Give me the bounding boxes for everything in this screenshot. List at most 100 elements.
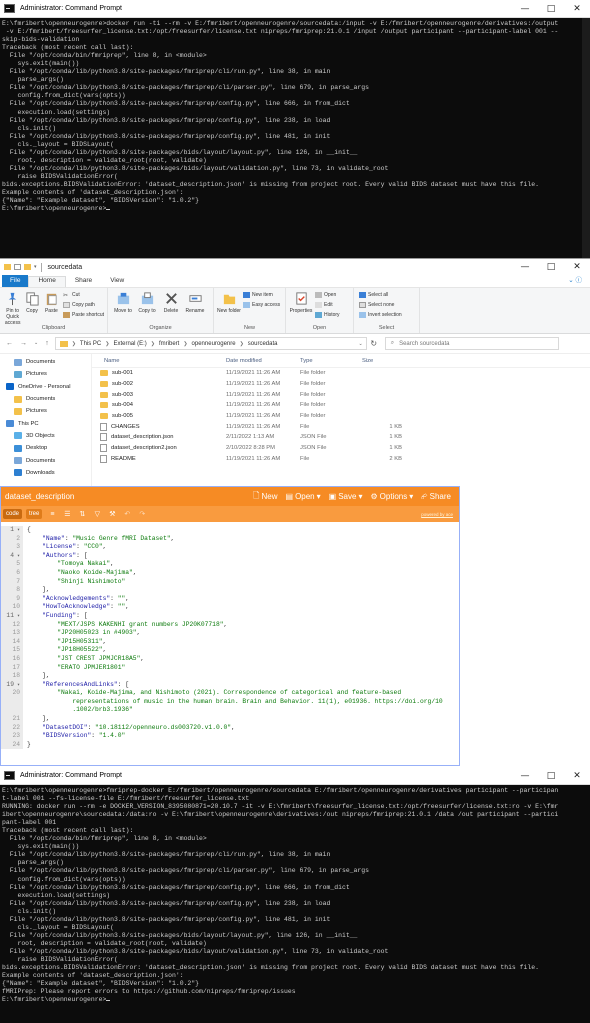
console-output[interactable]: E:\fmribert\openneurogenre>docker run -t… [0, 18, 590, 213]
fold-arrow-icon[interactable]: ▾ [14, 682, 20, 688]
search-input[interactable]: ⌕ Search sourcedata [384, 337, 559, 350]
command-prompt-window-2[interactable]: Administrator: Command Prompt — □ ✕ E:\f… [0, 767, 590, 1023]
file-row[interactable]: dataset_description2.json 2/10/2022 8:28 … [92, 443, 590, 454]
file-row[interactable]: sub-002 11/19/2021 11:26 AM File folder [92, 379, 590, 390]
paste-button[interactable]: Paste [42, 291, 61, 314]
easy-access-button[interactable]: Easy access [243, 301, 280, 309]
nav-item[interactable]: Documents [0, 393, 91, 405]
quick-access-dropdown-icon[interactable]: ▾ [34, 264, 37, 270]
back-arrow-icon[interactable]: ← [6, 340, 13, 347]
nav-item[interactable]: Pictures [0, 368, 91, 380]
move-to-button[interactable]: Move to [111, 291, 135, 314]
open-button[interactable]: ▤ Open ▾ [286, 492, 321, 501]
minimize-button[interactable]: — [512, 259, 538, 275]
file-row[interactable]: dataset_description.json 2/11/2022 1:13 A… [92, 432, 590, 443]
cut-button[interactable]: ✂ Cut [63, 291, 104, 299]
nav-item[interactable]: Documents [0, 454, 91, 466]
mode-code-button[interactable]: code [3, 509, 23, 519]
json-editor-window[interactable]: dataset_description 🗋 New ▤ Open ▾ ▣ Save ▾ ⚙… [0, 486, 460, 766]
scrollbar[interactable] [582, 18, 590, 258]
refresh-icon[interactable]: ↻ [367, 339, 381, 348]
format-icon[interactable]: ≡ [47, 510, 57, 519]
select-all-button[interactable]: Select all [359, 291, 402, 299]
new-item-button[interactable]: New item [243, 291, 280, 299]
code-editor[interactable]: 1 ▾ 2 3 4 ▾ 5 6 7 8 9 10 11 ▾ 12 13 14 15 16 17 18 19 ▾ 20 2… [1, 522, 459, 750]
edit-button[interactable]: Edit [315, 301, 340, 309]
column-size[interactable]: Size [362, 358, 402, 364]
transform-icon[interactable]: ▽ [92, 510, 102, 519]
console-output[interactable]: E:\fmribert\openneurogenre>fmriprep-dock… [0, 785, 590, 1004]
maximize-button[interactable]: □ [538, 0, 564, 17]
repair-icon[interactable]: ⚒ [107, 510, 117, 519]
file-row[interactable]: README 11/19/2021 11:26 AM File 2 KB [92, 454, 590, 465]
title-bar[interactable]: Administrator: Command Prompt — □ ✕ [0, 767, 590, 785]
nav-item[interactable]: Documents [0, 356, 91, 368]
maximize-button[interactable]: □ [538, 259, 564, 275]
properties-quick-icon[interactable] [14, 264, 21, 270]
tab-home[interactable]: Home [28, 276, 66, 287]
save-button[interactable]: ▣ Save ▾ [329, 492, 363, 501]
recent-dropdown-icon[interactable]: ⌄ [34, 340, 38, 347]
breadcrumb-drive[interactable]: External (E:) [113, 341, 146, 347]
up-arrow-icon[interactable]: ↑ [45, 340, 49, 347]
copy-path-button[interactable]: Copy path [63, 301, 104, 309]
open-button[interactable]: Open [315, 291, 340, 299]
title-bar[interactable]: Administrator: Command Prompt — □ ✕ [0, 0, 590, 18]
compact-icon[interactable]: ☰ [62, 510, 72, 519]
nav-item[interactable]: This PC [0, 417, 91, 429]
nav-item[interactable]: OneDrive - Personal [0, 381, 91, 393]
forward-arrow-icon[interactable]: → [20, 340, 27, 347]
file-row[interactable]: CHANGES 11/19/2021 11:26 AM File 1 KB [92, 421, 590, 432]
paste-shortcut-button[interactable]: Paste shortcut [63, 311, 104, 319]
fold-arrow-icon[interactable]: ▾ [14, 613, 20, 619]
breadcrumb-openneurogenre[interactable]: openneurogenre [192, 341, 236, 347]
sort-icon[interactable]: ⇅ [77, 510, 87, 519]
nav-item[interactable]: Pictures [0, 405, 91, 417]
invert-selection-button[interactable]: Invert selection [359, 311, 402, 319]
new-button[interactable]: 🗋 New [253, 490, 277, 504]
file-row[interactable]: sub-001 11/19/2021 11:26 AM File folder [92, 368, 590, 379]
help-icon[interactable]: ⌄ ⓘ [559, 274, 590, 287]
rename-button[interactable]: Rename [183, 291, 207, 314]
minimize-button[interactable]: — [512, 0, 538, 17]
tab-view[interactable]: View [101, 277, 133, 287]
address-bar[interactable]: ❯ This PC ❯ External (E:) ❯ fmribert ❯ o… [54, 337, 367, 350]
nav-item[interactable]: Desktop [0, 442, 91, 454]
mode-tree-button[interactable]: tree [26, 509, 43, 519]
close-button[interactable]: ✕ [564, 767, 590, 784]
fold-arrow-icon[interactable]: ▾ [14, 527, 20, 533]
undo-icon[interactable]: ↶ [122, 510, 132, 519]
column-name[interactable]: Name [92, 358, 226, 364]
delete-button[interactable]: Delete [159, 291, 183, 314]
file-row[interactable]: sub-004 11/19/2021 11:26 AM File folder [92, 400, 590, 411]
nav-item[interactable]: Downloads [0, 467, 91, 479]
navigation-pane[interactable]: Documents Pictures OneDrive - Personal Docu… [0, 354, 92, 486]
breadcrumb-this-pc[interactable]: This PC [80, 341, 101, 347]
new-folder-quick-icon[interactable] [24, 264, 31, 270]
breadcrumb-sourcedata[interactable]: sourcedata [248, 341, 278, 347]
command-prompt-window-1[interactable]: Administrator: Command Prompt — □ ✕ E:\f… [0, 0, 590, 258]
tab-share[interactable]: Share [66, 277, 101, 287]
chevron-down-icon[interactable]: ⌄ [359, 341, 363, 347]
properties-button[interactable]: Properties [289, 291, 313, 314]
json-text[interactable]: { "Name": "Music Genre fMRI Dataset", "L… [23, 526, 459, 749]
file-list[interactable]: Name Date modified Type Size sub-001 11/1… [92, 354, 590, 486]
copy-button[interactable]: Copy [22, 291, 41, 314]
breadcrumb-fmribert[interactable]: fmribert [159, 341, 179, 347]
maximize-button[interactable]: □ [538, 767, 564, 784]
pin-quick-access-button[interactable]: Pin to Quick access [3, 291, 22, 326]
file-explorer-window[interactable]: ▾ sourcedata — □ ✕ File Home Share View … [0, 258, 590, 486]
options-button[interactable]: ⚙ Options ▾ [370, 492, 413, 501]
close-button[interactable]: ✕ [564, 259, 590, 275]
copy-to-button[interactable]: Copy to [135, 291, 159, 314]
select-none-button[interactable]: Select none [359, 301, 402, 309]
share-button[interactable]: ⮳ Share [421, 492, 451, 502]
new-folder-button[interactable]: New folder [217, 291, 241, 314]
history-button[interactable]: History [315, 311, 340, 319]
minimize-button[interactable]: — [512, 767, 538, 784]
document-title[interactable]: dataset_description [1, 492, 253, 501]
powered-by-ace-link[interactable]: powered by ace [421, 512, 453, 517]
fold-arrow-icon[interactable]: ▾ [14, 553, 20, 559]
redo-icon[interactable]: ↷ [137, 510, 147, 519]
file-row[interactable]: sub-005 11/19/2021 11:26 AM File folder [92, 411, 590, 422]
